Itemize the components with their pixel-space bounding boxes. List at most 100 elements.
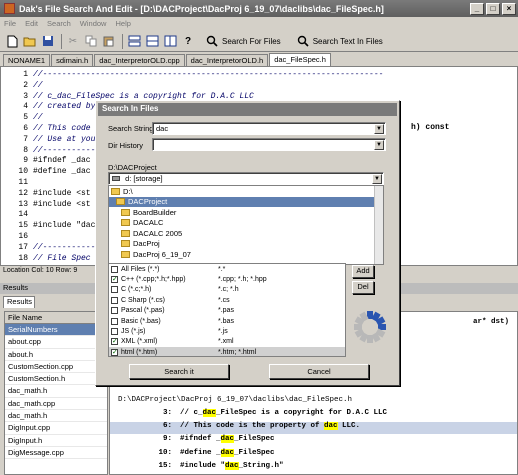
code-line: #ifndef _dac [33, 156, 91, 166]
result-path: D:\DACProject\DacProj 6_19_07\daclibs\da… [118, 396, 353, 404]
match-row[interactable]: 6: // This code is the property of dac LL… [110, 422, 517, 435]
match-highlight: dac [324, 422, 338, 431]
file-type-row[interactable]: JS (*.js) *.js [109, 326, 345, 336]
file-type-row[interactable]: C Sharp (*.cs) *.cs [109, 295, 345, 305]
file-list-item[interactable]: dac_math.cpp [5, 398, 107, 411]
chevron-down-icon[interactable]: ▼ [372, 174, 382, 184]
file-list-item[interactable]: CustomSection.h [5, 373, 107, 386]
folder-icon [121, 250, 130, 258]
cancel-button[interactable]: Cancel [269, 364, 369, 379]
file-type-row[interactable]: ✓ C++ (*.cpp;*.h;*.hpp) *.cpp; *.h; *.hpp [109, 274, 345, 284]
minimize-button[interactable]: _ [470, 2, 484, 15]
file-list-item[interactable]: dac_math.h [5, 410, 107, 423]
menu-search[interactable]: Search [47, 19, 71, 28]
tile-vertical-icon[interactable] [162, 33, 178, 49]
tile-horizontal-icon[interactable] [144, 33, 160, 49]
file-type-row[interactable]: C (*.c;*.h) *.c; *.h [109, 285, 345, 295]
copy-icon[interactable] [83, 33, 99, 49]
file-type-checkbox[interactable]: ✓ [111, 276, 118, 284]
file-list-item[interactable]: DigMessage.cpp [5, 447, 107, 460]
code-line: // [33, 113, 43, 123]
match-text: #include " [180, 461, 226, 470]
match-row[interactable]: 10: #define _dac_FileSpec [110, 448, 517, 461]
file-type-row[interactable]: ✓ html (*.htm) *.htm; *.html [109, 347, 345, 356]
menu-edit[interactable]: Edit [25, 19, 38, 28]
drive-select[interactable]: d: [storage] ▼ [108, 172, 384, 185]
delete-type-button[interactable]: Del [352, 281, 374, 294]
line-number: 8 [23, 145, 28, 155]
file-name-header[interactable]: File Name [5, 312, 107, 324]
match-row[interactable]: 9: #ifndef _dac_FileSpec [110, 435, 517, 447]
tab-interpretor-h[interactable]: dac_InterpretorOLD.h [185, 54, 269, 66]
folder-item[interactable]: DACALC [109, 218, 383, 229]
folder-item[interactable]: DacProj 6_19_07 [109, 249, 383, 260]
file-type-row[interactable]: Pascal (*.pas) *.pas [109, 306, 345, 316]
file-type-name: html (*.htm) [121, 348, 158, 356]
file-list-item[interactable]: SerialNumbers [5, 324, 107, 337]
cut-icon[interactable]: ✂ [65, 33, 81, 49]
match-text: #ifndef _ [180, 435, 221, 444]
cascade-icon[interactable] [126, 33, 142, 49]
file-type-checkbox[interactable] [111, 328, 118, 336]
tab-interpretor-cpp[interactable]: dac_InterpretorOLD.cpp [94, 54, 185, 66]
search-for-files-button[interactable]: Search For Files [206, 35, 281, 47]
folder-item[interactable]: DACProject [109, 196, 383, 207]
file-type-row[interactable]: Basic (*.bas) *.bas [109, 316, 345, 326]
search-string-input[interactable]: dac ▼ [152, 122, 386, 135]
tab-sdimain[interactable]: sdimain.h [51, 54, 94, 66]
search-it-button[interactable]: Search it [129, 364, 229, 379]
file-list-item[interactable]: DigInput.h [5, 435, 107, 447]
open-folder-icon[interactable] [22, 33, 38, 49]
results-tab[interactable]: Results [3, 296, 35, 308]
folder-item[interactable]: DACALC 2005 [109, 228, 383, 239]
dir-history-select[interactable]: ▼ [152, 138, 386, 151]
match-row[interactable]: 3: // c_dac_FileSpec is a copyright for D… [110, 409, 517, 421]
new-file-icon[interactable] [4, 33, 20, 49]
folder-name: DacProj [133, 239, 160, 249]
file-type-checkbox[interactable] [111, 286, 118, 294]
search-string-value: dac [156, 124, 169, 133]
file-type-checkbox[interactable] [111, 317, 118, 325]
folder-item[interactable]: BoardBuilder [109, 207, 383, 218]
save-icon[interactable] [40, 33, 56, 49]
file-types-list[interactable]: All Files (*.*) *.* ✓ C++ (*.cpp;*.h;*.hpp)… [108, 263, 346, 357]
menu-help[interactable]: Help [115, 19, 130, 28]
results-file-list[interactable]: File Name SerialNumbers about.cpp about.h C… [4, 311, 108, 475]
menu-window[interactable]: Window [80, 19, 107, 28]
folder-tree[interactable]: D:\ DACProject BoardBuilder DACALC DACALC 20… [108, 185, 384, 265]
file-list-item[interactable]: dac_math.h [5, 385, 107, 398]
file-list-item[interactable]: about.h [5, 349, 107, 361]
search-text-button[interactable]: Search Text In Files [297, 35, 383, 47]
file-list-item[interactable]: DigInput.cpp [5, 422, 107, 435]
file-type-row[interactable]: ✓ XML (*.xml) *.xml [109, 337, 345, 347]
file-type-checkbox[interactable]: ✓ [111, 348, 118, 356]
code-line: //----------- [33, 145, 96, 155]
file-type-name: All Files (*.*) [121, 265, 160, 273]
file-type-checkbox[interactable] [111, 296, 118, 304]
file-list-item[interactable]: about.cpp [5, 336, 107, 349]
match-row[interactable]: 15: #include "dac_String.h" [110, 461, 517, 474]
maximize-button[interactable]: □ [486, 2, 500, 15]
match-text: _FileSpec [234, 435, 275, 444]
file-type-ext: *.js [218, 328, 228, 336]
chevron-down-icon[interactable]: ▼ [374, 124, 384, 134]
folder-scrollbar[interactable] [374, 186, 383, 264]
menu-file[interactable]: File [4, 19, 16, 28]
file-type-name: C++ (*.cpp;*.h;*.hpp) [121, 276, 186, 284]
file-type-checkbox[interactable] [111, 307, 118, 315]
file-list-item[interactable]: CustomSection.cpp [5, 361, 107, 374]
file-type-checkbox[interactable]: ✓ [111, 338, 118, 346]
folder-item[interactable]: DacProj [109, 239, 383, 250]
chevron-down-icon[interactable]: ▼ [374, 140, 384, 150]
close-button[interactable]: × [502, 2, 516, 15]
tab-noname1[interactable]: NONAME1 [3, 54, 51, 66]
help-icon[interactable]: ? [180, 33, 196, 49]
match-highlight: dac [202, 409, 217, 417]
paste-icon[interactable] [101, 33, 117, 49]
tab-filespec[interactable]: dac_FileSpec.h [269, 53, 331, 66]
add-type-button[interactable]: Add [352, 265, 374, 278]
file-type-ext: *.cpp; *.h; *.hpp [218, 276, 267, 284]
file-type-row[interactable]: All Files (*.*) *.* [109, 264, 345, 274]
file-type-checkbox[interactable] [111, 265, 118, 273]
folder-item[interactable]: D:\ [109, 186, 383, 197]
